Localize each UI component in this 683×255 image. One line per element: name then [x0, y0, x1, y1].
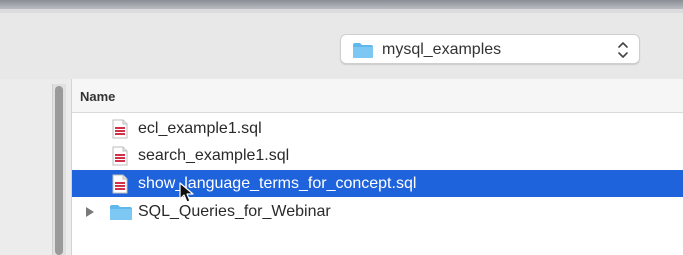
column-header-label: Name — [80, 89, 116, 104]
list-item[interactable]: SQL_Queries_for_Webinar — [72, 198, 683, 225]
up-down-chevron-icon — [618, 42, 628, 58]
sql-file-icon — [112, 146, 128, 166]
file-list: Name ecl_example1.sql search_example1.sq… — [72, 79, 683, 255]
disclosure-triangle-icon[interactable] — [85, 207, 94, 217]
location-folder-name: mysql_examples — [382, 41, 502, 58]
mouse-pointer-icon — [179, 182, 194, 203]
list-item[interactable]: ecl_example1.sql — [72, 115, 683, 142]
sql-file-icon — [112, 119, 128, 139]
sidebar-scrollbar-thumb[interactable] — [55, 86, 63, 255]
folder-name: SQL_Queries_for_Webinar — [138, 203, 331, 220]
folder-icon — [353, 43, 373, 58]
file-name: search_example1.sql — [138, 147, 290, 164]
toolbar: mysql_examples — [0, 13, 683, 79]
column-header-name[interactable]: Name — [72, 79, 683, 113]
location-popup-button[interactable]: mysql_examples — [340, 34, 640, 64]
file-browser-window: mysql_examples Name ecl_example1.sql sea… — [0, 0, 683, 255]
list-item-selected[interactable]: show_language_terms_for_concept.sql — [72, 170, 683, 197]
sql-file-icon — [112, 174, 128, 194]
window-top-bar — [0, 0, 683, 9]
file-name: ecl_example1.sql — [138, 120, 262, 137]
list-item[interactable]: search_example1.sql — [72, 142, 683, 169]
folder-icon — [110, 205, 132, 220]
